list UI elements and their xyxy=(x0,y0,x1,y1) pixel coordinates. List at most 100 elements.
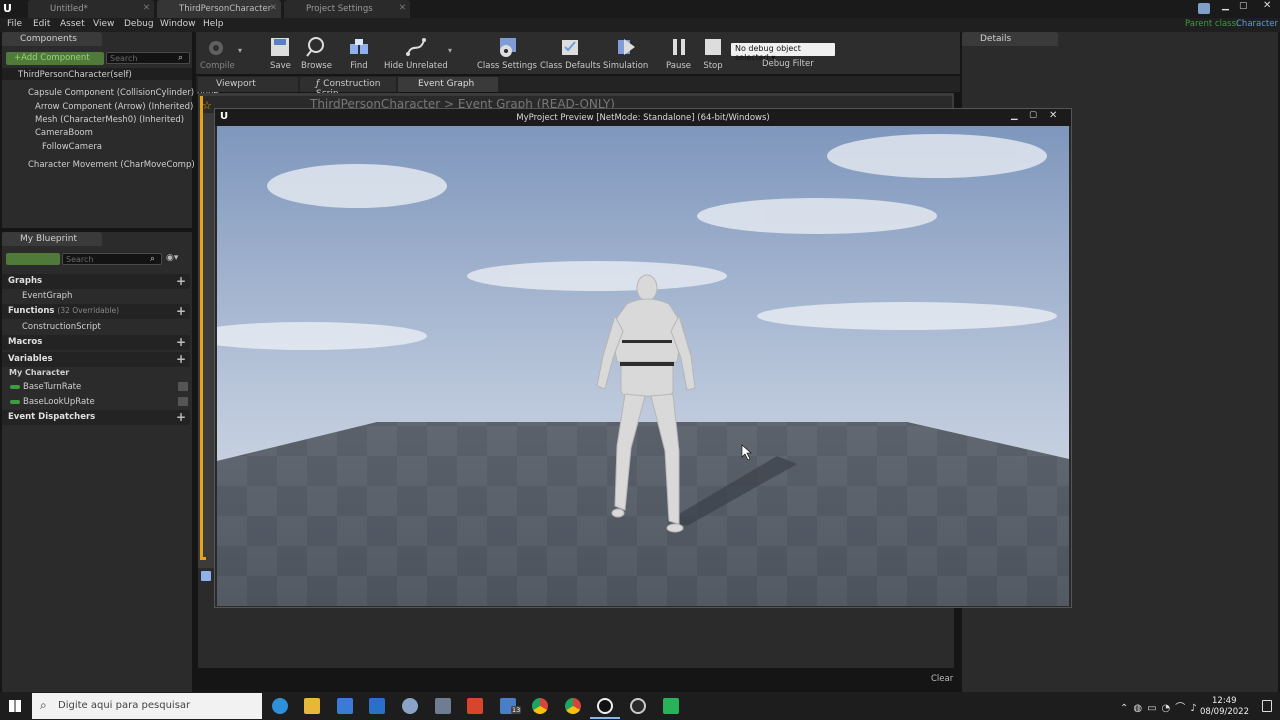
compile-button[interactable]: Compile xyxy=(200,36,235,71)
clock-time[interactable]: 12:49 xyxy=(1212,696,1237,706)
tab-event-graph[interactable]: Event Graph xyxy=(398,77,498,92)
game-viewport[interactable] xyxy=(217,126,1069,606)
tree-item-follow-camera[interactable]: FollowCamera xyxy=(42,142,102,152)
chrome-icon[interactable] xyxy=(532,698,548,714)
obs-icon[interactable] xyxy=(630,698,646,714)
parent-class-value[interactable]: Character xyxy=(1236,19,1278,29)
menu-help[interactable]: Help xyxy=(203,19,224,29)
tab-untitled[interactable]: Untitled* ✕ xyxy=(28,0,154,18)
store-icon[interactable] xyxy=(337,698,353,714)
float-type-icon xyxy=(10,384,20,389)
close-icon[interactable]: ✕ xyxy=(143,3,150,13)
eye-icon[interactable] xyxy=(178,397,188,406)
add-function-icon[interactable]: + xyxy=(176,304,186,318)
taskbar-search-box[interactable]: ⌕ Digite aqui para pesquisar xyxy=(32,693,262,719)
variable-item[interactable]: BaseTurnRate xyxy=(10,382,81,392)
class-defaults-button[interactable]: Class Defaults xyxy=(540,36,601,71)
hide-unrelated-dropdown[interactable]: ▾ xyxy=(448,46,452,55)
eye-icon[interactable]: ◉▾ xyxy=(166,253,178,263)
office-icon[interactable] xyxy=(467,698,483,714)
section-graphs[interactable]: Graphs + xyxy=(2,274,190,289)
tree-item-arrow[interactable]: Arrow Component (Arrow) (Inherited) xyxy=(35,102,193,112)
class-settings-button[interactable]: Class Settings xyxy=(477,36,537,71)
menu-debug[interactable]: Debug xyxy=(124,19,154,29)
section-event-dispatchers[interactable]: Event Dispatchers + xyxy=(2,410,190,425)
tab-label: Event Graph xyxy=(418,79,475,89)
editor-tab-bar: Viewport ƒConstruction Scrip Event Graph xyxy=(196,76,960,99)
preview-window[interactable]: U MyProject Preview [NetMode: Standalone… xyxy=(214,108,1072,608)
add-graph-icon[interactable]: + xyxy=(176,274,186,288)
output-log-icon[interactable] xyxy=(201,571,211,581)
menu-window[interactable]: Window xyxy=(160,19,196,29)
tree-item-mesh[interactable]: Mesh (CharacterMesh0) (Inherited) xyxy=(35,115,184,125)
clear-button[interactable]: Clear xyxy=(931,674,953,684)
app-green-icon[interactable] xyxy=(663,698,679,714)
pause-button[interactable]: Pause xyxy=(666,36,691,71)
parent-class-label: Parent class: xyxy=(1185,19,1239,29)
game-scene xyxy=(217,126,1069,606)
system-tray-icons: ⌃◍▭◔⌒♪ xyxy=(1120,703,1202,714)
chrome-icon[interactable] xyxy=(565,698,581,714)
add-component-button[interactable]: +Add Component xyxy=(6,52,104,65)
close-window-button[interactable]: ✕ xyxy=(1263,0,1271,11)
functions-count: (32 Overridable) xyxy=(57,306,120,315)
variable-category[interactable]: My Character xyxy=(9,368,69,377)
source-control-icon[interactable] xyxy=(1198,3,1210,14)
tab-viewport[interactable]: Viewport xyxy=(198,77,298,92)
add-new-dropdown[interactable] xyxy=(6,253,60,265)
menu-bar: File Edit Asset View Debug Window Help P… xyxy=(0,18,1280,32)
close-window-button[interactable]: ✕ xyxy=(1049,110,1057,121)
calculator-icon[interactable] xyxy=(435,698,451,714)
function-item-construction-script[interactable]: ConstructionScript xyxy=(22,322,101,332)
menu-file[interactable]: File xyxy=(7,19,22,29)
variable-label: BaseTurnRate xyxy=(23,382,82,392)
graph-item-event-graph[interactable]: EventGraph xyxy=(22,291,72,301)
tree-item-character-movement[interactable]: Character Movement (CharMoveComp) (Inhe xyxy=(28,160,219,170)
menu-view[interactable]: View xyxy=(93,19,114,29)
minimize-button[interactable]: ▁ xyxy=(1222,1,1229,11)
simulation-button[interactable]: Simulation xyxy=(603,36,648,71)
section-variables[interactable]: Variables + xyxy=(2,352,190,367)
browse-button[interactable]: Browse xyxy=(301,36,332,71)
minimize-button[interactable]: ▁ xyxy=(1011,111,1018,121)
taskbar-search-placeholder: Digite aqui para pesquisar xyxy=(58,700,191,711)
tab-construction-script[interactable]: ƒConstruction Scrip xyxy=(300,77,396,99)
eye-icon[interactable] xyxy=(178,382,188,391)
tab-project-settings[interactable]: Project Settings ✕ xyxy=(284,0,410,18)
menu-edit[interactable]: Edit xyxy=(33,19,50,29)
find-button[interactable]: Find xyxy=(349,36,369,71)
clock-date[interactable]: 08/09/2022 xyxy=(1200,707,1249,717)
mail-icon[interactable] xyxy=(369,698,385,714)
save-label: Save xyxy=(270,61,291,71)
compile-options-dropdown[interactable]: ▾ xyxy=(238,46,242,55)
edge-icon[interactable] xyxy=(272,698,288,714)
file-explorer-icon[interactable] xyxy=(304,698,320,714)
tree-item-self[interactable]: ThirdPersonCharacter(self) xyxy=(18,70,132,80)
tab-third-person-character[interactable]: ThirdPersonCharacter ✕ xyxy=(157,0,281,18)
windows-start-icon[interactable] xyxy=(9,700,21,712)
notifications-icon[interactable] xyxy=(1262,700,1272,712)
hide-unrelated-label: Hide Unrelated xyxy=(384,61,448,71)
stop-button[interactable]: Stop xyxy=(703,36,723,71)
save-button[interactable]: Save xyxy=(270,36,291,71)
section-macros[interactable]: Macros + xyxy=(2,335,190,350)
add-dispatcher-icon[interactable]: + xyxy=(176,410,186,424)
tree-item-camera-boom[interactable]: CameraBoom xyxy=(35,128,93,138)
tree-item-capsule[interactable]: Capsule Component (CollisionCylinder) (I… xyxy=(28,88,219,98)
blueprint-search-input[interactable]: Search xyxy=(62,253,162,265)
debug-object-select[interactable]: No debug object selected ▾ xyxy=(731,43,835,62)
unreal-engine-icon[interactable] xyxy=(597,698,613,714)
app-icon[interactable] xyxy=(402,698,418,714)
section-functions[interactable]: Functions (32 Overridable) + xyxy=(2,304,190,319)
menu-asset[interactable]: Asset xyxy=(60,19,85,29)
close-icon[interactable]: ✕ xyxy=(399,3,406,13)
search-icon: ⌕ xyxy=(40,698,47,712)
hide-unrelated-button[interactable]: Hide Unrelated xyxy=(384,36,448,71)
close-icon[interactable]: ✕ xyxy=(270,3,277,13)
add-macro-icon[interactable]: + xyxy=(176,335,186,349)
variable-item[interactable]: BaseLookUpRate xyxy=(10,397,95,407)
compile-icon xyxy=(209,41,224,55)
maximize-button[interactable]: ▢ xyxy=(1239,1,1248,11)
add-variable-icon[interactable]: + xyxy=(176,352,186,366)
maximize-button[interactable]: ▢ xyxy=(1029,110,1037,120)
